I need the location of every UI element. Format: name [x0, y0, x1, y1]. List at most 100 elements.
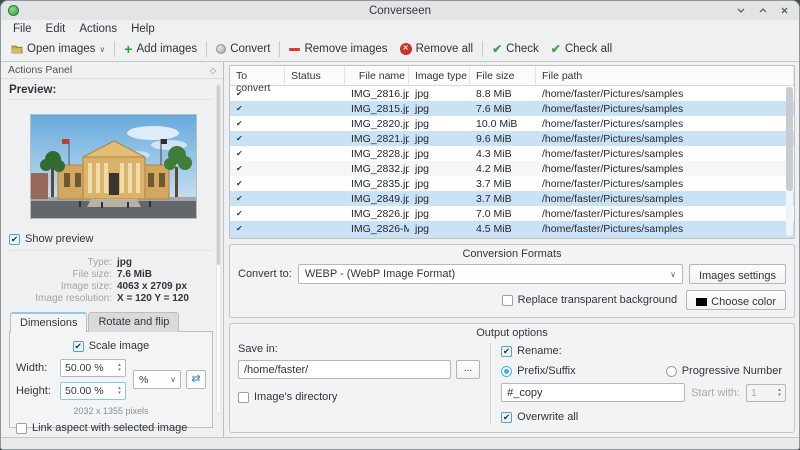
save-path-input[interactable]: /home/faster/ [238, 360, 452, 379]
menu-edit[interactable]: Edit [39, 22, 73, 36]
row-file-path: /home/faster/Pictures/samples [542, 207, 684, 220]
check-button[interactable]: ✔ Check [486, 41, 545, 57]
start-with-stepper[interactable]: 1 ▴ ▾ [745, 383, 786, 402]
row-convert-checkbox[interactable]: ✔ [230, 119, 285, 128]
table-row[interactable]: ✔IMG_2826-M…jpg4.5 MiB/home/faster/Pictu… [230, 221, 794, 236]
table-row[interactable]: ✔ IMG_2816.jpg jpg 8.8 MiB/home/faster/Pict… [230, 86, 794, 101]
row-image-type: jpg [415, 117, 430, 130]
link-aspect-checkbox[interactable]: Link aspect with selected image [16, 420, 206, 436]
row-image-type: jpg [409, 238, 470, 239]
row-image-type: jpg [415, 147, 430, 160]
table-row[interactable]: ✔ IMG_2849.jpg jpg 3.7 MiB/home/faster/Pict… [230, 191, 794, 206]
swap-dimensions-button[interactable]: ⇄ [186, 370, 206, 389]
minimize-icon[interactable] [736, 6, 746, 15]
row-image-type: jpg [415, 87, 430, 100]
spinner-arrows-icon[interactable]: ▴ ▾ [114, 360, 125, 376]
images-directory-checkbox[interactable]: Image's directory [238, 389, 480, 405]
menu-file[interactable]: File [6, 22, 39, 36]
add-images-button[interactable]: + Add images [118, 41, 203, 57]
header-to-convert[interactable]: To convert [230, 66, 285, 94]
remove-all-button[interactable]: ✕ Remove all [394, 41, 480, 57]
table-row[interactable]: ✔ IMG_2826.jpg jpg 7.0 MiB/home/faster/Pict… [230, 206, 794, 221]
row-file-path: /home/faster/Pictures/samples [542, 192, 684, 205]
header-status[interactable]: Status [285, 66, 345, 85]
dimension-tabs: Dimensions Rotate and flip [9, 312, 213, 332]
row-file-size: 4.3 MiB [476, 147, 512, 160]
row-image-type: jpg [415, 222, 430, 235]
row-convert-checkbox[interactable]: ✔ [230, 164, 285, 173]
header-file-name[interactable]: File name [345, 66, 409, 85]
output-options-title: Output options [476, 327, 548, 339]
row-convert-checkbox[interactable]: ✔ [230, 134, 285, 143]
width-label: Width: [16, 362, 48, 374]
height-stepper[interactable]: 50.00 % ▴ ▾ [60, 382, 126, 400]
row-convert-checkbox[interactable]: ✔ [230, 89, 285, 98]
images-settings-button[interactable]: Images settings [688, 264, 786, 284]
browse-button[interactable]: ... [456, 360, 481, 379]
header-image-type[interactable]: Image type [409, 66, 470, 85]
row-convert-checkbox[interactable]: ✔ [230, 224, 285, 233]
close-icon[interactable] [780, 6, 789, 15]
check-all-button[interactable]: ✔ Check all [545, 41, 618, 57]
format-select[interactable]: WEBP - (WebP Image Format) ∨ [297, 264, 683, 284]
row-convert-checkbox[interactable]: ✔ [230, 149, 285, 158]
progressive-number-radio[interactable]: Progressive Number [665, 365, 782, 377]
row-file-size: 4.2 MiB [476, 162, 512, 175]
convert-to-label: Convert to: [238, 268, 292, 280]
header-file-path[interactable]: File path [536, 66, 794, 85]
row-file-size: 8.8 MiB [476, 87, 512, 100]
start-with-label: Start with: [691, 386, 740, 399]
spinner-arrows-icon[interactable]: ▴ ▾ [114, 383, 125, 399]
remove-all-icon: ✕ [399, 43, 412, 55]
tab-rotate-flip[interactable]: Rotate and flip [88, 312, 180, 332]
row-image-type: jpg [415, 177, 430, 190]
rename-checkbox[interactable]: ✔ Rename: [501, 343, 786, 359]
open-images-button[interactable]: Open images ∨ [5, 41, 111, 57]
resolution-label: Image resolution: [35, 293, 112, 304]
tab-dimensions[interactable]: Dimensions [10, 312, 88, 332]
row-file-name: IMG_2828.jpg [351, 147, 409, 160]
row-image-type: jpg [415, 132, 430, 145]
replace-background-checkbox[interactable]: Replace transparent background [501, 292, 677, 308]
remove-minus-icon [289, 47, 301, 51]
header-file-size[interactable]: File size [470, 66, 536, 85]
menu-actions[interactable]: Actions [72, 22, 124, 36]
convert-button[interactable]: Convert [210, 41, 276, 57]
rename-pattern-input[interactable]: #_copy [501, 383, 686, 402]
row-file-name: IMG_2820.jpg [351, 117, 409, 130]
maximize-icon[interactable] [758, 6, 768, 15]
row-file-path: /home/faster/Pictures/samples [542, 132, 684, 145]
row-file-name: IMG_2826-M… [351, 222, 409, 235]
row-convert-checkbox[interactable]: ✔ [230, 209, 285, 218]
radio-icon [665, 365, 677, 377]
width-stepper[interactable]: 50.00 % ▴ ▾ [60, 359, 126, 377]
dock-float-icon[interactable]: ◇ [210, 66, 216, 75]
remove-images-button[interactable]: Remove images [283, 41, 393, 57]
row-convert-checkbox[interactable]: ✔ [230, 104, 285, 113]
choose-color-button[interactable]: Choose color [686, 290, 786, 310]
prefix-suffix-radio[interactable]: Prefix/Suffix [501, 365, 576, 377]
table-row[interactable]: ✔ IMG_2820.jpg jpg 10.0 MiB/home/faster/Pic… [230, 116, 794, 131]
toolbar-separator [482, 41, 484, 57]
table-row[interactable]: ✔ IMG_2832.jpg jpg 4.2 MiB/home/faster/Pict… [230, 161, 794, 176]
menu-help[interactable]: Help [124, 22, 162, 36]
table-row[interactable]: ✔ IMG_2821.jpg jpg 9.6 MiB/home/faster/Pict… [230, 131, 794, 146]
toolbar-separator [206, 41, 208, 57]
show-preview-checkbox[interactable]: ✔ Show preview [9, 231, 213, 251]
table-row[interactable]: ✔ IMG_2815.jpg jpg 7.6 MiB/home/faster/Pict… [230, 101, 794, 116]
overwrite-all-checkbox[interactable]: ✔ Overwrite all [501, 409, 786, 425]
table-scrollbar[interactable] [786, 87, 793, 236]
panel-scrollbar[interactable] [216, 84, 221, 414]
unit-select[interactable]: % ∨ [133, 370, 181, 389]
row-convert-checkbox[interactable]: ✔ [230, 194, 285, 203]
table-row[interactable]: ✔ IMG_2828.jpg jpg 4.3 MiB/home/faster/Pict… [230, 146, 794, 161]
scale-image-checkbox[interactable]: ✔ Scale image [72, 338, 149, 354]
menubar: File Edit Actions Help [1, 20, 799, 37]
table-row[interactable]: ✔IMG_2854-2.j…jpg7.0 MiB/home/faster/Pic… [230, 236, 794, 239]
row-file-name: IMG_2854-2.j… [345, 238, 409, 239]
titlebar[interactable]: Converseen [1, 1, 799, 20]
table-row[interactable]: ✔ IMG_2835.jpg jpg 3.7 MiB/home/faster/Pict… [230, 176, 794, 191]
row-file-size: 7.0 MiB [476, 207, 512, 220]
row-convert-checkbox[interactable]: ✔ [230, 179, 285, 188]
row-file-size: 4.5 MiB [476, 222, 512, 235]
